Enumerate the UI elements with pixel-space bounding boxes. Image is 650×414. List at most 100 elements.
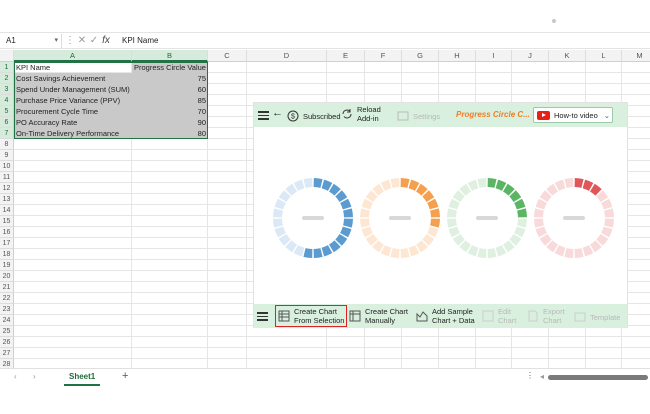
row-header[interactable]: 15 xyxy=(0,216,14,227)
select-all-corner[interactable] xyxy=(0,50,14,62)
addin-toolbar: ← $ Subscribed Reload Add-in Settings Pr… xyxy=(254,103,627,127)
create-chart-manually-button[interactable]: Create Chart Manually xyxy=(349,307,408,325)
row-header[interactable]: 12 xyxy=(0,183,14,194)
row-header[interactable]: 10 xyxy=(0,161,14,172)
column-header[interactable]: F xyxy=(365,50,402,62)
add-sample-chart-button[interactable]: Add Sample Chart + Data xyxy=(416,307,475,325)
back-arrow-icon[interactable]: ← xyxy=(272,108,283,119)
row-header[interactable]: 7 xyxy=(0,128,14,139)
ring-center-placeholder xyxy=(389,216,411,220)
row-header[interactable]: 14 xyxy=(0,205,14,216)
column-header[interactable]: I xyxy=(476,50,512,62)
table-cell[interactable]: PO Accuracy Rate xyxy=(14,117,132,128)
add-sheet-icon[interactable]: + xyxy=(122,370,128,382)
row-header[interactable]: 23 xyxy=(0,304,14,315)
ring-segment xyxy=(313,178,323,188)
column-header[interactable]: A xyxy=(14,50,132,62)
row-header[interactable]: 6 xyxy=(0,117,14,128)
ring-segment xyxy=(313,248,323,258)
table-cell[interactable]: 60 xyxy=(132,84,208,95)
row-header[interactable]: 22 xyxy=(0,293,14,304)
row-header[interactable]: 17 xyxy=(0,238,14,249)
row-header[interactable]: 3 xyxy=(0,84,14,95)
row-header[interactable]: 2 xyxy=(0,73,14,84)
row-header[interactable]: 18 xyxy=(0,249,14,260)
table-cell[interactable]: Purchase Price Variance (PPV) xyxy=(14,95,132,106)
create-man-label-1: Create Chart xyxy=(365,307,408,316)
row-header[interactable]: 4 xyxy=(0,95,14,106)
row-header[interactable]: 27 xyxy=(0,348,14,359)
row-header[interactable]: 26 xyxy=(0,337,14,348)
column-header[interactable]: D xyxy=(247,50,327,62)
template-button[interactable]: Template xyxy=(574,311,620,323)
table-header-cell[interactable]: Progress Circle Value xyxy=(132,62,208,73)
table-cell[interactable]: 70 xyxy=(132,106,208,117)
next-sheet-icon[interactable]: › xyxy=(33,372,36,381)
cancel-icon[interactable]: ✕ xyxy=(76,34,88,48)
row-header[interactable]: 19 xyxy=(0,260,14,271)
table-cell[interactable]: Procurement Cycle Time xyxy=(14,106,132,117)
create-chart-from-selection-button[interactable]: Create Chart From Selection xyxy=(275,305,348,327)
reload-addin-button[interactable]: Reload Add-in xyxy=(341,105,381,123)
name-box[interactable]: A1 ▾ xyxy=(2,34,62,48)
column-header[interactable]: K xyxy=(549,50,586,62)
column-header[interactable]: H xyxy=(439,50,476,62)
table-cell[interactable]: 85 xyxy=(132,95,208,106)
how-to-video-select[interactable]: How-to video ⌄ xyxy=(533,107,613,123)
prev-sheet-icon[interactable]: ‹ xyxy=(14,372,17,381)
row-header[interactable]: 20 xyxy=(0,271,14,282)
column-header[interactable]: C xyxy=(208,50,247,62)
row-header[interactable]: 21 xyxy=(0,282,14,293)
row-header[interactable]: 9 xyxy=(0,150,14,161)
ribbon-dot-icon xyxy=(552,19,556,23)
settings-button[interactable]: Settings xyxy=(397,110,440,122)
row-header[interactable]: 5 xyxy=(0,106,14,117)
chevron-down-icon[interactable]: ▾ xyxy=(54,34,58,48)
how-to-label: How-to video xyxy=(554,110,598,120)
export-chart-button[interactable]: Export Chart xyxy=(527,307,565,325)
table-cell[interactable]: 80 xyxy=(132,128,208,139)
ring-segment xyxy=(564,178,574,188)
formula-bar: A1 ▾ ⋮ ✕ ✓ fx KPI Name xyxy=(0,32,650,49)
subscribed-button[interactable]: $ Subscribed xyxy=(287,110,341,122)
edit-chart-button[interactable]: Edit Chart xyxy=(482,307,516,325)
horizontal-scrollbar[interactable] xyxy=(548,375,648,380)
table-cell[interactable]: Spend Under Management (SUM) xyxy=(14,84,132,95)
formula-controls: ⋮ ✕ ✓ fx xyxy=(64,34,116,48)
more-icon[interactable]: ⋮ xyxy=(64,34,76,48)
fx-icon[interactable]: fx xyxy=(100,34,112,48)
settings-icon xyxy=(397,111,409,121)
table-cell[interactable]: 90 xyxy=(132,117,208,128)
column-header[interactable]: E xyxy=(327,50,365,62)
table-header-cell[interactable]: KPI Name xyxy=(14,62,132,73)
check-icon[interactable]: ✓ xyxy=(88,34,100,48)
menu-icon[interactable] xyxy=(258,111,269,120)
row-header[interactable]: 16 xyxy=(0,227,14,238)
column-header[interactable]: G xyxy=(402,50,439,62)
progress-circle xyxy=(273,178,353,258)
row-header[interactable]: 1 xyxy=(0,62,14,73)
column-header[interactable]: L xyxy=(586,50,622,62)
ring-segment xyxy=(447,208,457,218)
menu-icon[interactable] xyxy=(257,312,268,321)
column-header[interactable]: B xyxy=(132,50,208,62)
column-header[interactable]: J xyxy=(512,50,549,62)
column-header[interactable]: M xyxy=(622,50,650,62)
table-cell[interactable]: On-Time Delivery Performance xyxy=(14,128,132,139)
formula-input[interactable]: KPI Name xyxy=(122,34,158,48)
row-header[interactable]: 8 xyxy=(0,139,14,150)
sheet-tab[interactable]: Sheet1 xyxy=(64,369,101,386)
addin-label: Add-in xyxy=(357,114,379,123)
table-cell[interactable]: 75 xyxy=(132,73,208,84)
ring-center-placeholder xyxy=(302,216,324,220)
more-options-icon[interactable]: ⋮ xyxy=(526,371,534,380)
row-header[interactable]: 24 xyxy=(0,315,14,326)
ring-segment xyxy=(534,208,544,218)
scroll-left-icon[interactable]: ◂ xyxy=(540,372,544,381)
table-cell[interactable]: Cost Savings Achievement xyxy=(14,73,132,84)
table-select-icon xyxy=(278,310,290,322)
row-header[interactable]: 13 xyxy=(0,194,14,205)
row-header[interactable]: 25 xyxy=(0,326,14,337)
ring-segment xyxy=(303,248,313,258)
row-header[interactable]: 11 xyxy=(0,172,14,183)
